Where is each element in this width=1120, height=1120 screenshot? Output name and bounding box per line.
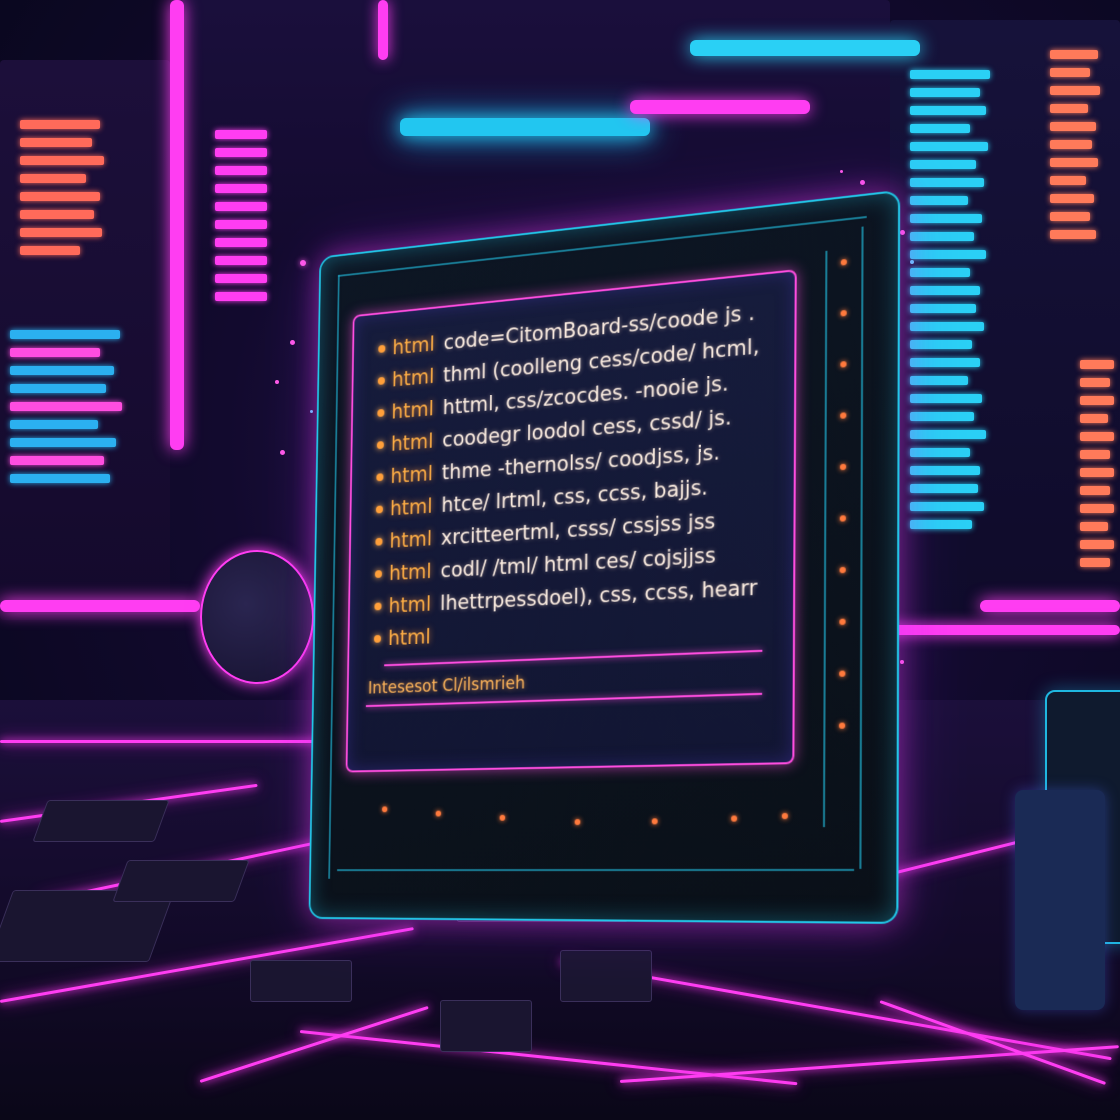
right-rack-display-orange-lower	[1080, 360, 1120, 567]
code-keyword: html	[389, 494, 433, 521]
right-rack-display-cyan	[910, 70, 1000, 529]
board-pin	[839, 515, 846, 522]
board-pin	[651, 818, 658, 825]
chip	[250, 960, 352, 1002]
left-rack-display-blue	[10, 330, 130, 483]
board-trace	[337, 868, 855, 872]
floor-trace	[0, 740, 320, 743]
bullet-dot	[375, 537, 383, 546]
code-keyword: html	[390, 461, 434, 488]
code-keyword: html	[392, 332, 435, 360]
board-pin	[838, 722, 846, 729]
bullet-dot	[376, 441, 384, 450]
center-left-rack-display	[215, 130, 275, 301]
neon-bar-cyan-top	[400, 118, 650, 136]
neon-bar-pink-horizontal-right	[980, 600, 1120, 612]
chip	[32, 800, 170, 842]
board-pin	[781, 812, 788, 820]
bullet-dot	[375, 505, 384, 514]
board-pin	[499, 814, 506, 821]
neon-bar-pink-vertical-mid	[378, 0, 388, 60]
board-pin	[731, 815, 738, 822]
board-trace	[822, 250, 828, 828]
board-pin	[574, 819, 581, 826]
bullet-dot	[374, 570, 383, 579]
left-rack-display	[20, 120, 110, 255]
board-pin	[839, 566, 846, 574]
board-pin	[840, 360, 847, 368]
chip	[440, 1000, 532, 1052]
circuit-board-monitor: html code=CitomBoard-ss/coode js . html …	[308, 189, 901, 925]
right-rack-display-orange	[1050, 50, 1110, 239]
chip	[112, 860, 250, 902]
code-lines: html code=CitomBoard-ss/coode js . html …	[373, 293, 779, 655]
board-pin	[435, 810, 442, 817]
board-trace	[328, 274, 340, 879]
bullet-dot	[377, 376, 385, 385]
round-device	[200, 550, 314, 684]
board-pin	[840, 258, 847, 266]
code-keyword: html	[389, 526, 433, 553]
board-trace	[859, 226, 864, 869]
neon-bar-cyan-right	[690, 40, 920, 56]
neon-bar-pink-horizontal-left	[0, 600, 200, 612]
code-keyword: html	[390, 429, 434, 456]
bullet-dot	[378, 344, 386, 353]
board-pin	[381, 806, 388, 813]
neon-bar-pink-vertical-left	[170, 0, 184, 450]
board-pin	[840, 412, 847, 419]
bullet-dot	[374, 602, 382, 611]
code-keyword: html	[391, 364, 435, 392]
code-keyword: html	[388, 592, 432, 618]
bullet-dot	[376, 473, 384, 482]
neon-bar-pink-mid-right	[880, 625, 1120, 635]
board-pin	[839, 463, 847, 471]
bullet-dot	[377, 408, 385, 418]
code-screen: html code=CitomBoard-ss/coode js . html …	[345, 269, 797, 773]
board-pin	[839, 670, 846, 677]
cyberpunk-scene: html code=CitomBoard-ss/coode js . html …	[0, 0, 1120, 1120]
code-keyword: html	[388, 559, 432, 585]
bullet-dot	[373, 634, 382, 643]
screen-footer-text: Intesesot Cl/ilsmrieh	[367, 673, 526, 699]
code-keyword: html	[391, 397, 435, 424]
neon-bar-pink-top	[630, 100, 810, 114]
board-pin	[840, 309, 847, 317]
chip	[560, 950, 652, 1002]
foreground-cube	[1015, 790, 1105, 1010]
code-keyword: html	[387, 624, 431, 650]
board-pin	[839, 618, 846, 626]
